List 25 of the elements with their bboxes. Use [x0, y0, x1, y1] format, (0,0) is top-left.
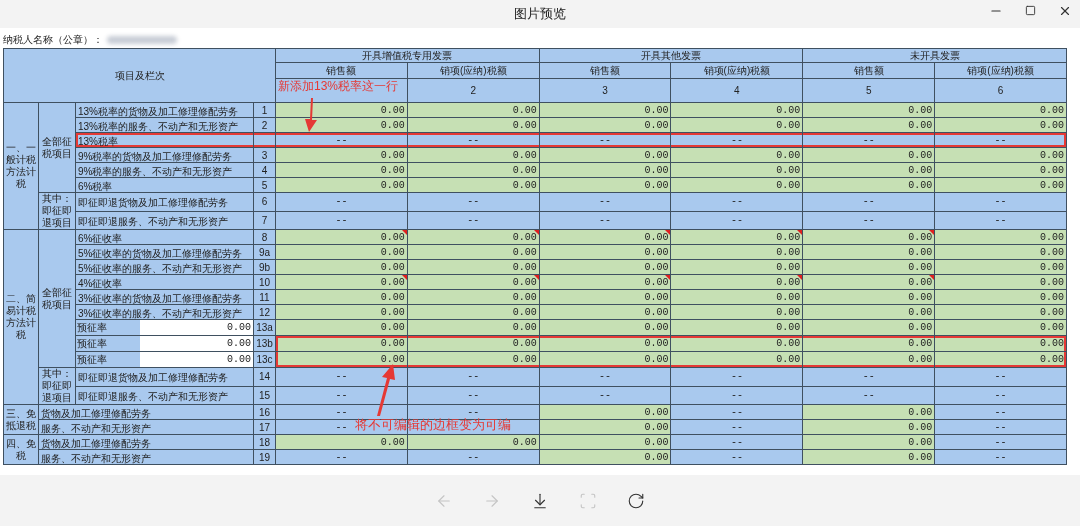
redacted-name-block	[107, 35, 177, 44]
section-title: 四、免税	[3, 434, 39, 465]
window-title: 图片预览	[514, 5, 566, 24]
section-title: 三、免抵退税	[3, 404, 39, 435]
rotate-icon[interactable]	[627, 491, 645, 510]
close-icon[interactable]	[1058, 4, 1072, 18]
column-number: 5	[802, 78, 935, 103]
maximize-icon[interactable]	[1025, 5, 1036, 16]
column-group-header: 未开具发票	[802, 48, 1067, 63]
column-number: 6	[934, 78, 1067, 103]
annotation-text: 新添加13%税率这一行	[278, 79, 399, 94]
group-title: 全部征税项目	[38, 102, 76, 193]
column-number: 3	[539, 78, 671, 103]
column-group-header: 开具其他发票	[539, 48, 803, 63]
section-title: 一、一般计税方法计税	[3, 102, 39, 230]
column-number: 2	[407, 78, 540, 103]
taxpayer-label: 纳税人名称（公章）：	[3, 33, 103, 47]
annotation-arrow	[303, 98, 319, 132]
download-icon[interactable]	[531, 491, 549, 510]
header-cell: 项目及栏次	[3, 48, 276, 103]
column-number: 4	[671, 78, 803, 103]
annotation-arrow	[375, 364, 397, 416]
column-group-header: 开具增值税专用发票	[275, 48, 540, 63]
section-title: 二、简易计税方法计税	[3, 229, 39, 405]
group-title: 全部征税项目	[38, 229, 76, 368]
